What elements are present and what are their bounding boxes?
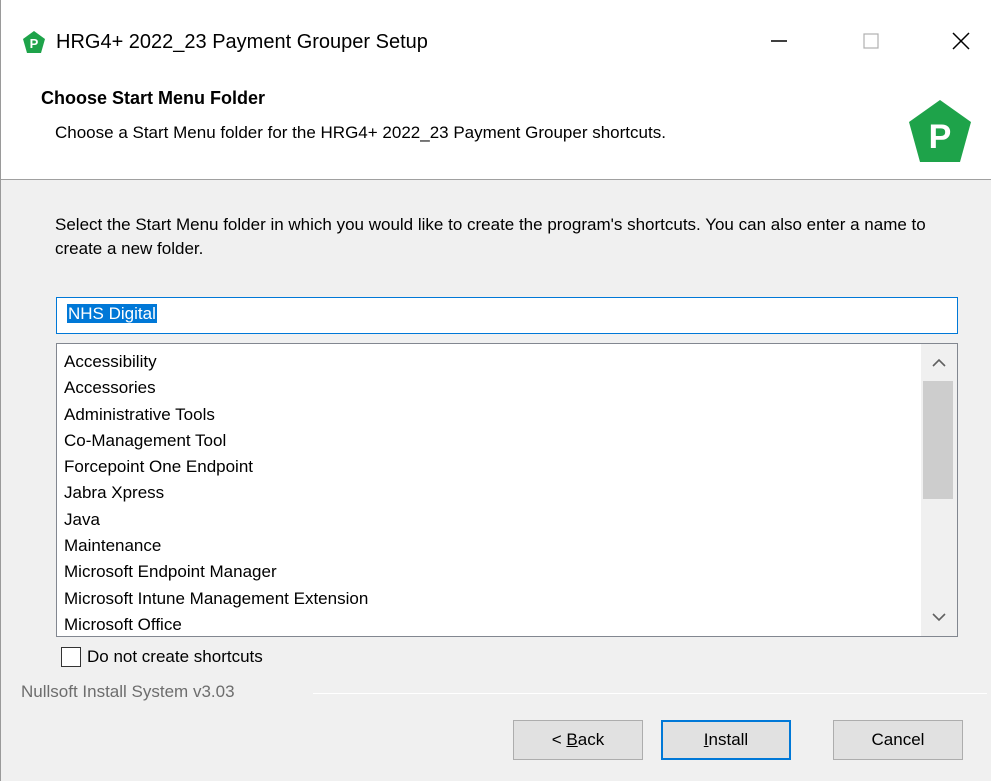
maximize-button[interactable]	[841, 18, 901, 64]
svg-text:P: P	[30, 36, 39, 51]
scroll-down-button[interactable]	[921, 600, 957, 636]
branding-divider	[313, 693, 987, 694]
close-button[interactable]	[931, 18, 991, 64]
install-button[interactable]: Install	[661, 720, 791, 760]
folder-list-item[interactable]: Microsoft Office	[64, 612, 368, 638]
folder-list-items: Accessibility Accessories Administrative T…	[64, 349, 368, 638]
back-prefix: <	[551, 730, 567, 749]
title-bar[interactable]: P HRG4+ 2022_23 Payment Grouper Setup	[1, 0, 991, 78]
no-shortcuts-checkbox[interactable]	[61, 647, 81, 667]
folder-list-item[interactable]: Microsoft Intune Management Extension	[64, 586, 368, 612]
close-icon	[952, 32, 970, 50]
chevron-up-icon	[932, 358, 946, 367]
cancel-button[interactable]: Cancel	[833, 720, 963, 760]
folder-list-item[interactable]: Accessibility	[64, 349, 368, 375]
folder-list-item[interactable]: Administrative Tools	[64, 402, 368, 428]
pentagon-logo-icon: P	[909, 100, 971, 162]
folder-list-item[interactable]: Forcepoint One Endpoint	[64, 454, 368, 480]
instructions-text: Select the Start Menu folder in which yo…	[55, 215, 926, 258]
minimize-button[interactable]	[749, 18, 809, 64]
no-shortcuts-label[interactable]: Do not create shortcuts	[87, 645, 263, 669]
folder-list-item[interactable]: Maintenance	[64, 533, 368, 559]
scroll-up-button[interactable]	[921, 344, 957, 380]
maximize-icon	[863, 33, 879, 49]
back-hotkey: B	[566, 730, 578, 749]
folder-list-item[interactable]: Microsoft Endpoint Manager	[64, 559, 368, 585]
cancel-label: Cancel	[871, 730, 925, 749]
app-icon: P	[23, 31, 45, 53]
folder-list-item[interactable]: Co-Management Tool	[64, 428, 368, 454]
window-title: HRG4+ 2022_23 Payment Grouper Setup	[56, 31, 428, 53]
scrollbar-thumb[interactable]	[923, 381, 953, 499]
nsis-branding: Nullsoft Install System v3.03	[21, 682, 235, 701]
page-header: Choose Start Menu Folder Choose a Start …	[1, 78, 991, 180]
folder-list[interactable]: Accessibility Accessories Administrative T…	[56, 343, 958, 637]
chevron-down-icon	[932, 613, 946, 622]
folder-input-value: NHS Digital	[67, 304, 157, 323]
install-rest: nstall	[708, 730, 749, 749]
installer-window: P HRG4+ 2022_23 Payment Grouper Setup Ch…	[0, 0, 991, 781]
no-shortcuts-option[interactable]: Do not create shortcuts	[61, 643, 263, 671]
page-subtitle: Choose a Start Menu folder for the HRG4+…	[55, 123, 666, 142]
page-title: Choose Start Menu Folder	[41, 88, 266, 108]
list-scrollbar[interactable]	[921, 344, 957, 636]
back-rest: ack	[577, 730, 605, 749]
back-button[interactable]: < Back	[513, 720, 643, 760]
start-menu-folder-input[interactable]: NHS Digital	[56, 297, 958, 334]
logo-letter: P	[929, 118, 952, 156]
folder-list-item[interactable]: Java	[64, 507, 368, 533]
folder-list-item[interactable]: Jabra Xpress	[64, 480, 368, 506]
folder-list-item[interactable]: Accessories	[64, 375, 368, 401]
minimize-icon	[771, 40, 787, 42]
